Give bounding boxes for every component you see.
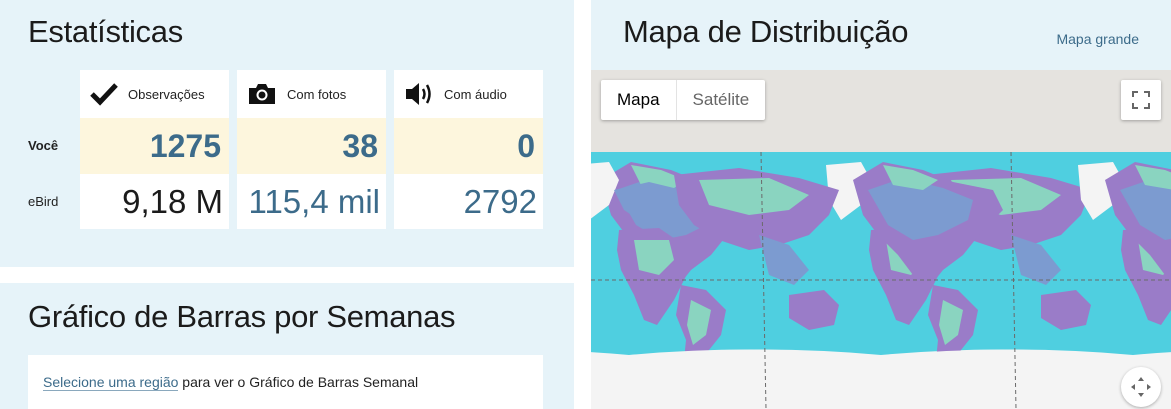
observations-header: Observações (80, 70, 229, 118)
page: Estatísticas Você eBird Observações 1275… (0, 0, 1171, 409)
photos-ebird-value: 115,4 mil (248, 182, 380, 220)
speaker-icon (406, 83, 431, 105)
observations-card: Observações 1275 9,18 M (80, 70, 229, 229)
audio-label: Com áudio (444, 86, 507, 102)
audio-header: Com áudio (394, 70, 543, 118)
row-label-ebird: eBird (28, 194, 59, 209)
statistics-title: Estatísticas (28, 14, 183, 49)
pan-control-button[interactable] (1121, 367, 1161, 407)
row-label-you: Você (28, 138, 59, 153)
observations-ebird-value: 9,18 M (122, 182, 223, 220)
audio-you-value: 0 (394, 118, 543, 174)
map-type-control: Mapa Satélite (601, 80, 766, 120)
audio-ebird-value: 2792 (463, 182, 537, 220)
observations-you-value: 1275 (80, 118, 229, 174)
camera-icon (249, 84, 275, 104)
bar-chart-message-text: para ver o Gráfico de Barras Semanal (178, 374, 419, 390)
bar-chart-message: Selecione uma região para ver o Gráfico … (28, 355, 543, 409)
bar-chart-title: Gráfico de Barras por Semanas (28, 299, 456, 334)
distribution-map-panel: Mapa de Distribuição Mapa grande Mapa Sa… (591, 0, 1171, 409)
map-type-map-button[interactable]: Mapa (601, 80, 676, 120)
photos-header: Com fotos (237, 70, 386, 118)
select-region-link[interactable]: Selecione uma região (43, 374, 179, 391)
checkmark-icon (90, 83, 118, 106)
distribution-map[interactable]: Mapa Satélite (591, 70, 1171, 409)
fullscreen-icon (1132, 91, 1150, 109)
world-map-image (591, 70, 1171, 409)
photos-card: Com fotos 38 115,4 mil (237, 70, 386, 229)
big-map-link[interactable]: Mapa grande (1056, 31, 1139, 47)
photos-label: Com fotos (287, 86, 347, 102)
weekly-bar-chart-panel: Gráfico de Barras por Semanas Selecione … (0, 283, 574, 409)
observations-label: Observações (128, 86, 205, 102)
fullscreen-button[interactable] (1121, 80, 1161, 120)
audio-card: Com áudio 0 2792 (394, 70, 543, 229)
map-title: Mapa de Distribuição (623, 14, 909, 49)
pan-arrows-icon (1131, 377, 1151, 397)
map-type-satellite-button[interactable]: Satélite (675, 80, 766, 120)
statistics-panel: Estatísticas Você eBird Observações 1275… (0, 0, 574, 267)
photos-you-value: 38 (237, 118, 386, 174)
